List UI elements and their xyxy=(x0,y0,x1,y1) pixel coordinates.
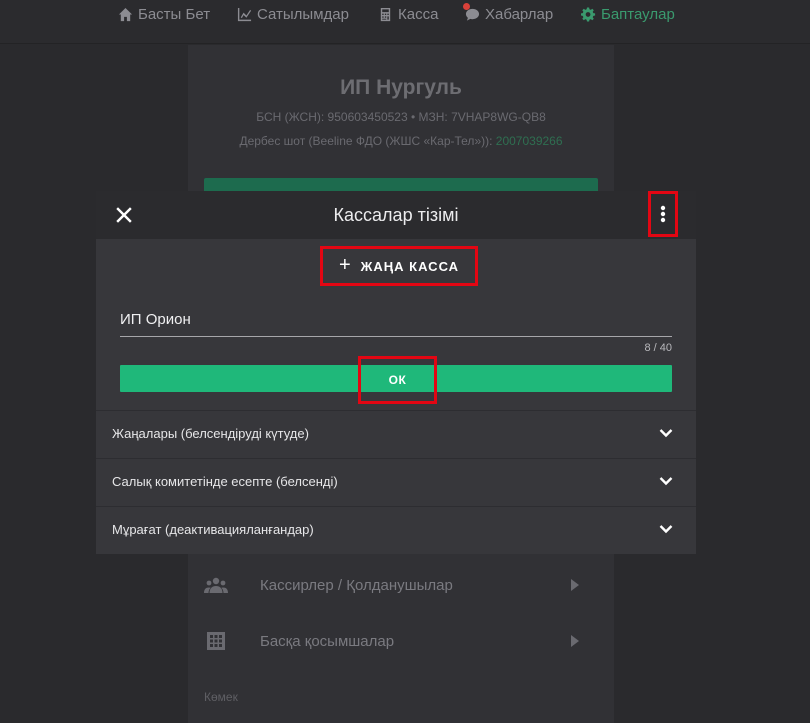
ok-label: ОК xyxy=(388,373,407,387)
more-options-button[interactable] xyxy=(648,191,678,237)
menu-item-cashiers[interactable]: Кассирлер / Қолданушылар xyxy=(188,570,614,600)
section-registered-active[interactable]: Салық комитетінде есепте (белсенді) xyxy=(96,458,696,506)
close-button[interactable] xyxy=(110,203,138,227)
nav-item-kassa[interactable]: Касса xyxy=(378,5,438,23)
nav-item-sales[interactable]: Сатылымдар xyxy=(237,5,349,23)
account-label: Дербес шот (Beeline ФДО (ЖШС «Кар-Тел»))… xyxy=(239,134,493,148)
apps-grid-icon xyxy=(204,630,228,652)
nav-item-messages[interactable]: Хабарлар xyxy=(463,2,554,23)
nav-item-label: Касса xyxy=(398,5,439,23)
notification-dot xyxy=(463,2,470,10)
new-kassa-label: ЖАҢА КАССА xyxy=(360,258,460,274)
chart-icon xyxy=(237,7,252,21)
section-label: Мұрағат (деактивацияланғандар) xyxy=(112,522,314,537)
caret-right-icon xyxy=(571,635,579,647)
shop-ids: БСН (ЖСН): 950603450523 • МЗН: 7VHAP8WG-… xyxy=(256,110,546,124)
top-nav: Басты Бет Сатылымдар Касса Хабарлар Бапт… xyxy=(0,0,810,44)
menu-item-label: Басқа қосымшалар xyxy=(260,632,395,650)
caret-right-icon xyxy=(571,579,579,591)
plus-icon: + xyxy=(338,253,351,276)
chevron-down-icon xyxy=(659,477,673,486)
section-label: Салық комитетінде есепте (белсенді) xyxy=(112,474,338,489)
close-icon xyxy=(116,207,132,223)
kassa-list-dialog: Кассалар тізімі + ЖАҢА КАССА 8 / 40 ОК Ж… xyxy=(96,191,696,554)
more-vertical-icon xyxy=(660,205,666,223)
section-new-pending[interactable]: Жаңалары (белсендіруді күтуде) xyxy=(96,410,696,458)
menu-item-label: Кассирлер / Қолданушылар xyxy=(260,576,453,594)
nav-item-settings[interactable]: Баптаулар xyxy=(581,5,675,23)
new-kassa-button[interactable]: + ЖАҢА КАССА xyxy=(320,246,478,286)
nav-item-label: Баптаулар xyxy=(601,5,675,23)
nav-item-label: Хабарлар xyxy=(485,5,554,23)
chevron-down-icon xyxy=(659,525,673,534)
background-green-button xyxy=(204,178,598,192)
nav-item-home[interactable]: Басты Бет xyxy=(118,5,210,23)
shop-account: Дербес шот (Beeline ФДО (ЖШС «Кар-Тел»))… xyxy=(188,134,614,148)
gear-icon xyxy=(581,6,596,22)
nav-item-label: Сатылымдар xyxy=(257,5,349,23)
menu-item-other-apps[interactable]: Басқа қосымшалар xyxy=(188,626,614,656)
dialog-header: Кассалар тізімі xyxy=(96,191,696,239)
dialog-title: Кассалар тізімі xyxy=(333,205,459,225)
section-archive[interactable]: Мұрағат (деактивацияланғандар) xyxy=(96,506,696,554)
account-number-link[interactable]: 2007039266 xyxy=(496,134,563,148)
chevron-down-icon xyxy=(659,429,673,438)
ok-button[interactable]: ОК xyxy=(358,356,437,404)
users-icon xyxy=(204,574,228,596)
help-link[interactable]: Көмек xyxy=(204,690,238,704)
nav-item-label: Басты Бет xyxy=(138,5,211,23)
calculator-icon xyxy=(380,7,391,21)
home-icon xyxy=(118,7,133,21)
section-label: Жаңалары (белсендіруді күтуде) xyxy=(112,426,309,441)
character-counter: 8 / 40 xyxy=(644,342,672,354)
shop-name: ИП Нургуль xyxy=(340,76,462,99)
kassa-name-input[interactable] xyxy=(120,307,672,337)
